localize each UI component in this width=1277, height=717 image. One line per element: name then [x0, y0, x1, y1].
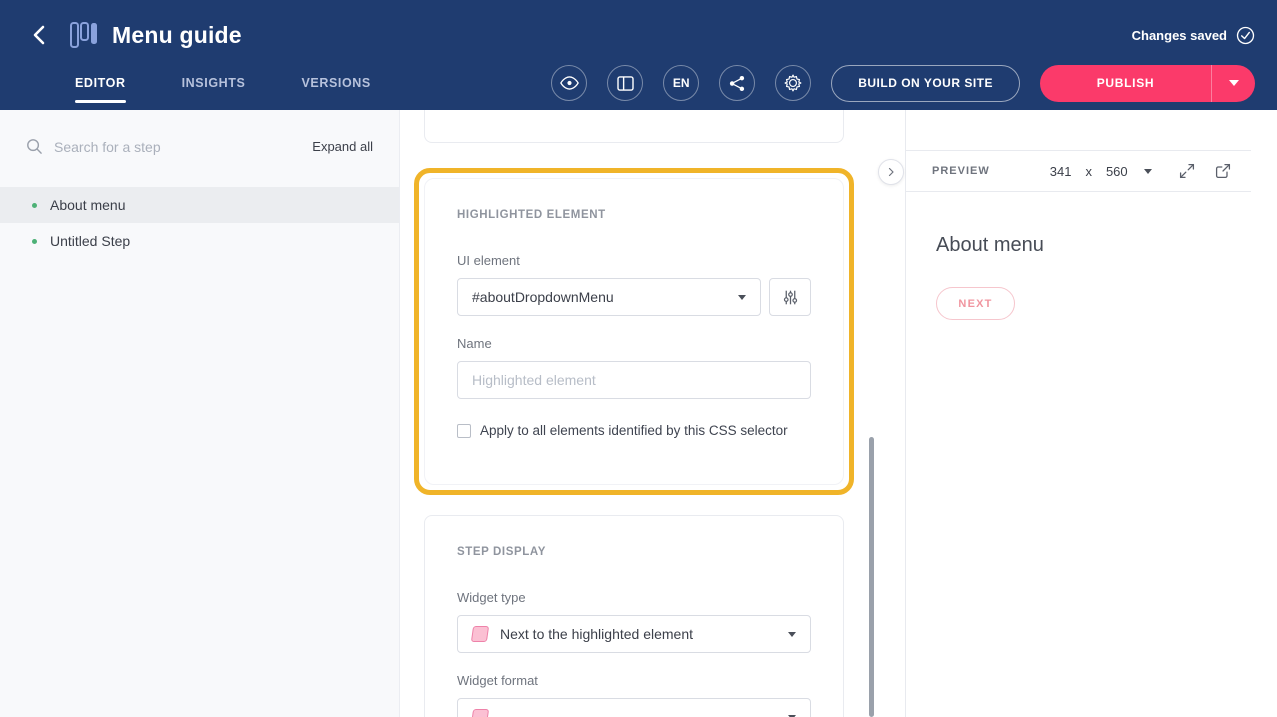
language-label: EN	[673, 76, 690, 90]
tab-editor[interactable]: EDITOR	[75, 56, 126, 110]
changes-saved-label: Changes saved	[1132, 28, 1227, 43]
chevron-left-icon	[30, 24, 50, 46]
tooltip-widget-icon	[471, 709, 489, 717]
preview-panel: PREVIEW 341 x 560 About menu	[905, 110, 1277, 717]
check-circle-icon	[1236, 26, 1255, 45]
publish-options-button[interactable]	[1211, 65, 1255, 102]
chevron-down-icon	[738, 295, 746, 300]
preview-step-title: About menu	[936, 234, 1247, 257]
chevron-down-icon	[1229, 80, 1239, 86]
step-search-input[interactable]	[54, 139, 301, 155]
section-heading: STEP DISPLAY	[457, 546, 811, 558]
apply-all-row: Apply to all elements identified by this…	[457, 423, 811, 438]
share-button[interactable]	[719, 65, 755, 101]
step-search-row: Expand all	[0, 138, 399, 155]
publish-button[interactable]: PUBLISH	[1040, 65, 1211, 102]
layout-button[interactable]	[607, 65, 643, 101]
steps-sidebar: Expand all About menu Untitled Step	[0, 110, 400, 717]
chevron-right-icon	[885, 166, 897, 178]
previous-settings-card	[424, 110, 844, 143]
app-window: Menu guide Changes saved EDITOR INSIGHTS…	[0, 0, 1277, 717]
preview-height-value: 560	[1106, 164, 1128, 179]
widget-format-select[interactable]	[457, 698, 811, 717]
gear-icon	[784, 74, 802, 92]
highlighted-card-outline: HIGHLIGHTED ELEMENT UI element #aboutDro…	[414, 168, 854, 495]
preview-heading: PREVIEW	[932, 165, 990, 177]
ui-element-row: #aboutDropdownMenu	[457, 278, 811, 316]
preview-size-separator: x	[1085, 164, 1092, 179]
step-status-dot	[32, 239, 37, 244]
sliders-icon	[782, 289, 799, 306]
widget-type-label: Widget type	[457, 590, 811, 605]
widget-type-value: Next to the highlighted element	[500, 626, 693, 642]
tooltip-widget-icon	[471, 626, 489, 642]
top-header: Menu guide Changes saved EDITOR INSIGHTS…	[0, 0, 1277, 110]
share-icon	[729, 75, 745, 92]
expand-all-link[interactable]: Expand all	[312, 139, 373, 154]
ui-element-value: #aboutDropdownMenu	[472, 289, 614, 305]
settings-button[interactable]	[775, 65, 811, 101]
preview-header: PREVIEW 341 x 560	[906, 150, 1251, 192]
header-tabs: EDITOR INSIGHTS VERSIONS	[75, 56, 371, 110]
guide-type-icon	[70, 22, 98, 48]
section-heading: HIGHLIGHTED ELEMENT	[457, 209, 811, 221]
step-list: About menu Untitled Step	[0, 187, 399, 259]
chevron-down-icon	[1144, 169, 1152, 174]
step-list-item-untitled-step[interactable]: Untitled Step	[0, 223, 399, 259]
header-title-row: Menu guide Changes saved	[0, 0, 1277, 56]
preview-content: About menu NEXT	[906, 192, 1277, 717]
selector-settings-button[interactable]	[769, 278, 811, 316]
main-body: Expand all About menu Untitled Step HIGH…	[0, 110, 1277, 717]
collapse-editor-button[interactable]	[878, 159, 904, 185]
editor-scrollbar-thumb[interactable]	[869, 437, 874, 717]
tab-versions[interactable]: VERSIONS	[301, 56, 370, 110]
highlighted-element-card: HIGHLIGHTED ELEMENT UI element #aboutDro…	[424, 178, 844, 485]
tab-label: INSIGHTS	[182, 76, 246, 90]
guide-title: Menu guide	[112, 22, 242, 49]
widget-type-select[interactable]: Next to the highlighted element	[457, 615, 811, 653]
tab-insights[interactable]: INSIGHTS	[182, 56, 246, 110]
chevron-down-icon	[788, 632, 796, 637]
preview-size-select[interactable]: 341 x 560	[1050, 164, 1152, 179]
step-editor-panel: HIGHLIGHTED ELEMENT UI element #aboutDro…	[400, 110, 905, 717]
fullscreen-button[interactable]	[1179, 163, 1195, 179]
back-button[interactable]	[26, 21, 54, 49]
step-display-card: STEP DISPLAY Widget type Next to the hig…	[424, 515, 844, 717]
preview-width-value: 341	[1050, 164, 1072, 179]
step-status-dot	[32, 203, 37, 208]
external-link-icon	[1215, 163, 1231, 179]
preview-eye-button[interactable]	[551, 65, 587, 101]
changes-saved-status: Changes saved	[1132, 26, 1255, 45]
highlighted-element-name-input[interactable]	[457, 361, 811, 399]
name-label: Name	[457, 336, 811, 351]
preview-next-button[interactable]: NEXT	[936, 287, 1015, 320]
layout-icon	[617, 76, 634, 91]
step-list-item-about-menu[interactable]: About menu	[0, 187, 399, 223]
step-label: Untitled Step	[50, 233, 130, 249]
header-actions: EN BUILD ON YOUR SITE PUBLISH	[551, 65, 1255, 102]
build-on-your-site-button[interactable]: BUILD ON YOUR SITE	[831, 65, 1020, 102]
eye-icon	[560, 75, 579, 91]
language-button[interactable]: EN	[663, 65, 699, 101]
expand-icon	[1179, 163, 1195, 179]
ui-element-label: UI element	[457, 253, 811, 268]
apply-all-label: Apply to all elements identified by this…	[480, 423, 788, 438]
step-label: About menu	[50, 197, 126, 213]
tab-label: VERSIONS	[301, 76, 370, 90]
open-in-new-tab-button[interactable]	[1215, 163, 1231, 179]
ui-element-select[interactable]: #aboutDropdownMenu	[457, 278, 761, 316]
widget-format-label: Widget format	[457, 673, 811, 688]
publish-split-button: PUBLISH	[1040, 65, 1255, 102]
apply-all-checkbox[interactable]	[457, 424, 471, 438]
tab-label: EDITOR	[75, 76, 126, 90]
search-icon	[26, 138, 43, 155]
header-toolbar-row: EDITOR INSIGHTS VERSIONS EN BUILD ON	[0, 56, 1277, 110]
preview-actions	[1179, 163, 1231, 179]
